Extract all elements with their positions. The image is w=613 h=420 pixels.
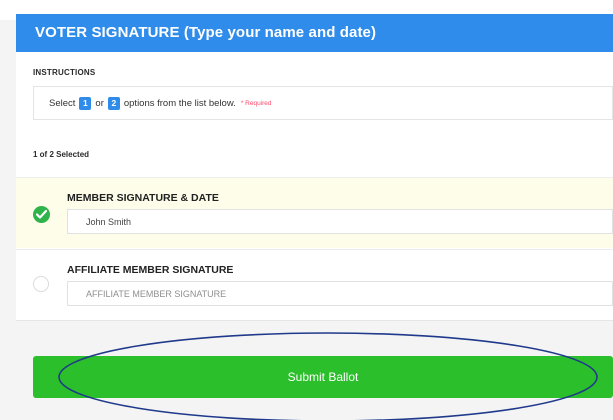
radio-empty-icon[interactable] [33, 276, 49, 292]
option-affiliate-signature[interactable]: AFFILIATE MEMBER SIGNATURE [16, 250, 613, 318]
min-count-badge: 1 [79, 97, 92, 110]
instructions-select-text: Select [49, 98, 76, 109]
header-title: VOTER SIGNATURE (Type your name and date… [35, 24, 377, 41]
check-circle-icon[interactable] [33, 206, 50, 223]
affiliate-signature-input[interactable] [67, 281, 613, 306]
required-indicator: * Required [240, 100, 272, 107]
option-member-signature[interactable]: MEMBER SIGNATURE & DATE [16, 178, 613, 248]
max-count-badge: 2 [107, 97, 120, 110]
instructions-label: INSTRUCTIONS [33, 68, 96, 77]
member-signature-input[interactable] [67, 209, 613, 234]
instructions-rest-text: options from the list below. [123, 98, 236, 109]
instructions-or-text: or [95, 98, 104, 109]
instructions-text: Select 1 or 2 options from the list belo… [49, 97, 272, 110]
instructions-box: Select 1 or 2 options from the list belo… [33, 86, 613, 120]
ballot-page: VOTER SIGNATURE (Type your name and date… [0, 0, 613, 420]
selected-count: 1 of 2 Selected [33, 150, 90, 159]
option-title: MEMBER SIGNATURE & DATE [67, 192, 219, 204]
submit-ballot-button[interactable]: Submit Ballot [33, 356, 613, 398]
section-header: VOTER SIGNATURE (Type your name and date… [16, 14, 613, 52]
option-title: AFFILIATE MEMBER SIGNATURE [67, 264, 234, 276]
